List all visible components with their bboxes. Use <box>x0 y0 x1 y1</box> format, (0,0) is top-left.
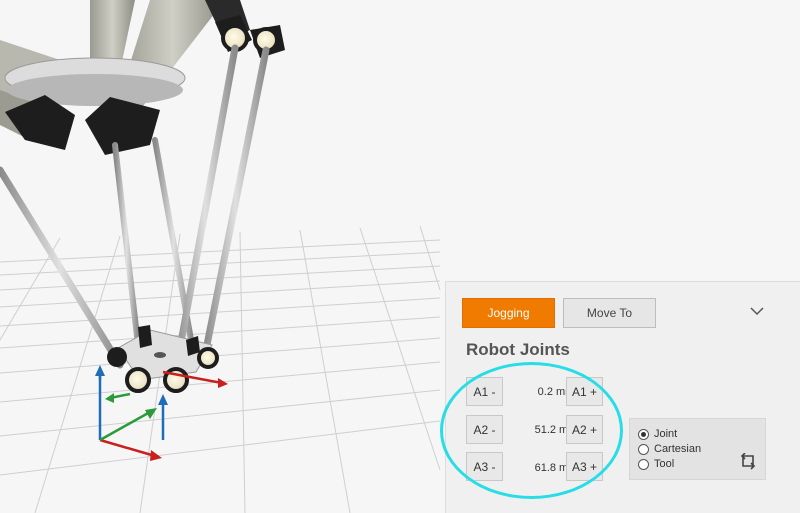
radio-unchecked-icon <box>638 443 649 455</box>
radio-cartesian[interactable]: Cartesian <box>638 443 701 455</box>
tab-jogging[interactable]: Jogging <box>462 298 555 328</box>
radio-unchecked-icon <box>638 458 649 470</box>
radio-checked-icon <box>638 428 649 440</box>
radio-label-tool: Tool <box>654 458 675 470</box>
frame-selector: Joint Cartesian Tool <box>629 418 766 480</box>
a1-minus-button[interactable]: A1 - <box>466 377 503 406</box>
section-title: Robot Joints <box>466 340 570 359</box>
a2-minus-button[interactable]: A2 - <box>466 415 503 444</box>
jogging-panel: Jogging Move To Robot Joints A1 - 0.2 mm… <box>445 281 800 513</box>
a3-minus-button[interactable]: A3 - <box>466 452 503 481</box>
chevron-down-icon <box>750 306 764 315</box>
end-effector <box>107 325 219 393</box>
tab-move-to[interactable]: Move To <box>563 298 656 328</box>
radio-label-cartesian: Cartesian <box>654 443 702 455</box>
a1-plus-button[interactable]: A1 + <box>566 377 603 406</box>
radio-tool[interactable]: Tool <box>638 458 674 470</box>
a3-plus-button[interactable]: A3 + <box>566 452 603 481</box>
radio-joint[interactable]: Joint <box>638 428 677 440</box>
radio-label-joint: Joint <box>654 428 678 440</box>
swap-frame-icon[interactable] <box>738 453 758 471</box>
collapse-button[interactable] <box>746 300 768 322</box>
a2-plus-button[interactable]: A2 + <box>566 415 603 444</box>
